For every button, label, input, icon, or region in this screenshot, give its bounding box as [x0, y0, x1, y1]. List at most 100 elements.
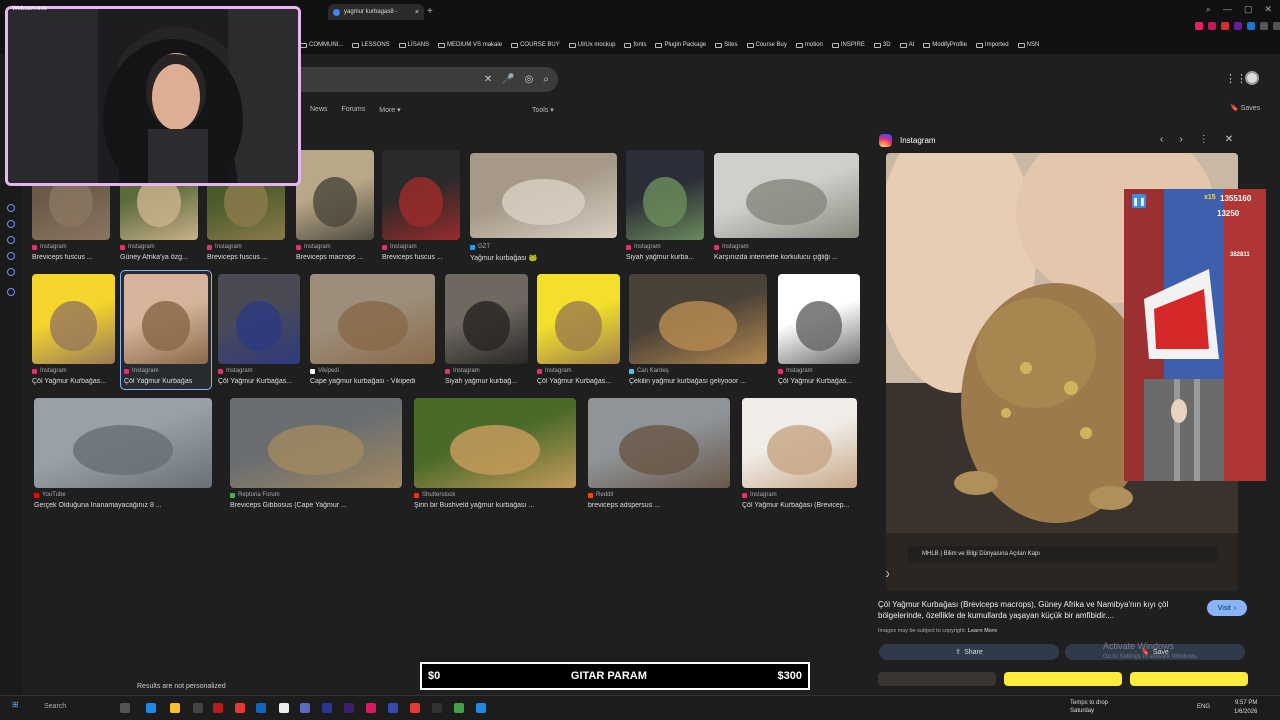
edge-icon[interactable]	[146, 703, 156, 713]
bookmark-item[interactable]: Sites	[715, 42, 738, 48]
opera-icon[interactable]	[366, 703, 376, 713]
result-title[interactable]: Siyah yağmur kurbağ...	[445, 378, 517, 385]
explorer-icon[interactable]	[170, 703, 180, 713]
bookmark-item[interactable]: LESSONS	[352, 42, 390, 48]
lens-search-icon[interactable]: ◎	[525, 74, 534, 85]
search-input[interactable]: ✕ 🎤 ◎ ⌕	[300, 67, 558, 92]
pause-icon[interactable]: ❚❚	[1132, 194, 1146, 208]
result-image[interactable]	[778, 274, 860, 364]
result-title[interactable]: Çekilin yağmur kurbağası geliyooor ...	[629, 378, 746, 385]
app-icon[interactable]	[410, 703, 420, 713]
extension-icon[interactable]	[1208, 22, 1216, 30]
rail-icon[interactable]	[7, 204, 15, 212]
avatar[interactable]	[1245, 71, 1259, 85]
language-indicator[interactable]: ENG	[1197, 704, 1210, 710]
bookmark-item[interactable]: UI/Ux mockup	[568, 42, 615, 48]
result-image[interactable]	[34, 398, 212, 488]
extension-icon[interactable]	[1234, 22, 1242, 30]
search-icon[interactable]: ⌕	[543, 74, 549, 85]
bookmark-item[interactable]: COMMUNI...	[300, 42, 343, 48]
app-icon[interactable]	[388, 703, 398, 713]
windows-start-icon[interactable]: ⊞	[12, 700, 19, 709]
extension-icon[interactable]	[1221, 22, 1229, 30]
taskbar-search[interactable]: Search	[44, 703, 66, 710]
saves-button[interactable]: 🔖 Saves	[1230, 104, 1260, 112]
maximize-icon[interactable]: ▢	[1244, 4, 1253, 15]
result-title[interactable]: Breviceps fuscus ...	[382, 254, 443, 261]
bookmark-item[interactable]: Imported	[975, 42, 1009, 48]
filter-news[interactable]: News	[310, 106, 328, 114]
bookmark-item[interactable]: fonts	[624, 42, 646, 48]
rail-icon[interactable]	[7, 220, 15, 228]
share-button[interactable]: ⇪ Share	[879, 644, 1059, 660]
previous-icon[interactable]: ‹	[1160, 134, 1163, 145]
result-title[interactable]: Şirin bir Bushveld yağmur kurbağası ...	[414, 502, 534, 509]
bookmark-item[interactable]: 3D	[873, 42, 891, 48]
result-image[interactable]	[470, 153, 617, 238]
result-image[interactable]	[445, 274, 528, 364]
premiere-icon[interactable]	[344, 703, 354, 713]
close-window-icon[interactable]: ✕	[1264, 4, 1272, 15]
app-icon[interactable]	[235, 703, 245, 713]
app-icon[interactable]	[454, 703, 464, 713]
result-title[interactable]: Çöl Yağmur Kurbağas...	[537, 378, 611, 385]
result-image[interactable]	[626, 150, 704, 240]
result-title[interactable]: breviceps adspersus ...	[588, 502, 660, 509]
result-title[interactable]: Breviceps macrops ...	[296, 254, 363, 261]
bookmark-item[interactable]: NSN	[1017, 42, 1039, 48]
result-title[interactable]: Çöl Yağmur Kurbağası (Brevicep...	[742, 502, 850, 509]
result-title[interactable]: Çöl Yağmur Kurbağas...	[778, 378, 852, 385]
lens-icon[interactable]: ⊙	[886, 569, 890, 580]
bookmark-item[interactable]: Course Buy	[746, 42, 787, 48]
rail-icon[interactable]	[7, 252, 15, 260]
extension-icon[interactable]	[1195, 22, 1203, 30]
filter-more[interactable]: More ▾	[379, 106, 400, 114]
result-title[interactable]: Güney Afrika'ya özg...	[120, 254, 188, 261]
new-tab-button[interactable]: +	[427, 6, 433, 17]
result-title[interactable]: Breviceps fuscus ...	[32, 254, 93, 261]
app-icon[interactable]	[256, 703, 266, 713]
extension-icon[interactable]	[1247, 22, 1255, 30]
search-tabs-icon[interactable]: ⌕	[1206, 4, 1211, 15]
result-image[interactable]	[218, 274, 300, 364]
result-image[interactable]	[414, 398, 576, 488]
bookmark-item[interactable]: MEDIUM VS makale	[438, 42, 502, 48]
taskbar-clock[interactable]: 9:57 PM 1/6/2026	[1234, 699, 1257, 717]
learn-more-link[interactable]: Learn More	[968, 628, 998, 634]
result-image[interactable]	[296, 150, 374, 240]
visit-button[interactable]: Visit ›	[1207, 600, 1247, 616]
result-image[interactable]	[588, 398, 730, 488]
result-image[interactable]	[742, 398, 857, 488]
bookmark-item[interactable]: Plugin Package	[655, 42, 706, 48]
result-title[interactable]: Çöl Yağmur Kurbağas	[124, 378, 192, 385]
minimize-icon[interactable]: —	[1223, 4, 1232, 15]
result-title[interactable]: Breviceps fuscus ...	[207, 254, 268, 261]
bookmark-item[interactable]: ModifyProfile	[923, 42, 967, 48]
active-tab[interactable]: yagmur kurbagas8 - ×	[328, 4, 424, 20]
bookmark-item[interactable]: motion	[795, 42, 823, 48]
bookmark-item[interactable]: AI	[899, 42, 914, 48]
voice-search-icon[interactable]: 🎤	[502, 74, 514, 85]
app-icon[interactable]	[432, 703, 442, 713]
result-description[interactable]: Çöl Yağmur Kurbağası (Breviceps macrops)…	[878, 599, 1198, 621]
result-image[interactable]	[230, 398, 402, 488]
result-title[interactable]: Karşınızda internette korkulucu çiğliği …	[714, 254, 838, 261]
related-thumb[interactable]	[1130, 672, 1248, 686]
result-image[interactable]	[124, 274, 208, 364]
result-title[interactable]: Yağmur kurbağası 🐸	[470, 254, 537, 262]
result-title[interactable]: Siyah yağmur kurba...	[626, 254, 694, 261]
result-image[interactable]	[32, 274, 115, 364]
app-icon[interactable]	[279, 703, 289, 713]
result-title[interactable]: Gerçek Olduğuna İnanamayacağınız 8 ...	[34, 502, 162, 509]
bookmark-item[interactable]: INSPIRE	[831, 42, 865, 48]
apps-grid-icon[interactable]: ⋮⋮	[1225, 72, 1247, 85]
close-tab-icon[interactable]: ×	[415, 9, 419, 16]
more-options-icon[interactable]: ⋮	[1199, 134, 1209, 145]
steam-icon[interactable]	[476, 703, 486, 713]
rail-icon[interactable]	[7, 236, 15, 244]
extension-icon[interactable]	[1260, 22, 1268, 30]
extension-icon[interactable]	[1273, 22, 1280, 30]
close-panel-icon[interactable]: ✕	[1225, 134, 1233, 145]
rail-icon[interactable]	[7, 288, 15, 296]
app-icon[interactable]	[213, 703, 223, 713]
